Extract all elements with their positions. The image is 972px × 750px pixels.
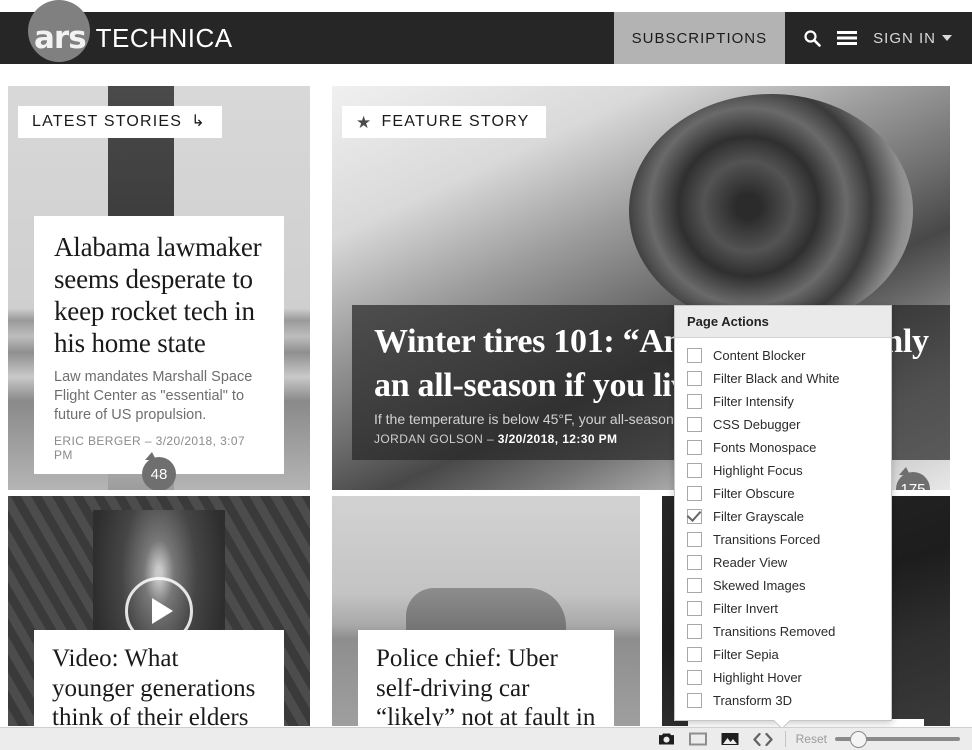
site-logo[interactable]: ars TECHNICA: [0, 0, 233, 64]
page-action-row[interactable]: Transform 3D: [675, 689, 891, 712]
checkbox-checked-icon[interactable]: [687, 509, 702, 524]
page-action-label: Filter Grayscale: [713, 509, 805, 524]
checkbox-unchecked-icon[interactable]: [687, 486, 702, 501]
toolbar-icon-group: [646, 728, 785, 750]
latest-story-deck: Law mandates Marshall Space Flight Cente…: [54, 368, 253, 423]
page-action-row[interactable]: Reader View: [675, 551, 891, 574]
page-actions-list: Content Blocker Filter Black and White Fil…: [675, 338, 891, 720]
page-action-label: Transform 3D: [713, 693, 792, 708]
reset-label[interactable]: Reset: [786, 732, 835, 746]
card-video[interactable]: Video: What younger generations think of…: [8, 496, 310, 726]
checkbox-unchecked-icon[interactable]: [687, 463, 702, 478]
logo-technica-text: TECHNICA: [95, 22, 233, 53]
page-action-label: Filter Intensify: [713, 394, 794, 409]
checkbox-unchecked-icon[interactable]: [687, 647, 702, 662]
page-action-label: CSS Debugger: [713, 417, 801, 432]
page-action-row[interactable]: Highlight Hover: [675, 666, 891, 689]
header-icon-group: SIGN IN: [785, 12, 972, 64]
checkbox-unchecked-icon[interactable]: [687, 440, 702, 455]
uber-card-titlebox[interactable]: Police chief: Uber self-driving car “lik…: [358, 630, 614, 726]
checkbox-unchecked-icon[interactable]: [687, 555, 702, 570]
latest-stories-label: LATEST STORIES: [32, 113, 183, 130]
arrow-turn-right-icon: ↳: [191, 113, 206, 130]
card-latest-stories[interactable]: LATEST STORIES ↳ Alabama lawmaker seems …: [8, 86, 310, 490]
camera-icon[interactable]: [658, 732, 675, 746]
checkbox-unchecked-icon[interactable]: [687, 348, 702, 363]
page-action-row[interactable]: Filter Obscure: [675, 482, 891, 505]
page-action-row[interactable]: Filter Black and White: [675, 367, 891, 390]
logo-ars-text: ars: [34, 19, 87, 56]
page-actions-title: Page Actions: [675, 306, 891, 338]
page-action-label: Filter Invert: [713, 601, 779, 616]
uber-card-title: Police chief: Uber self-driving car “lik…: [376, 645, 596, 726]
page-action-label: Content Blocker: [713, 348, 806, 363]
video-card-title: Video: What younger generations think of…: [52, 645, 256, 726]
checkbox-unchecked-icon[interactable]: [687, 417, 702, 432]
slider-thumb[interactable]: [850, 730, 867, 748]
page-action-label: Filter Obscure: [713, 486, 795, 501]
page-action-row[interactable]: Content Blocker: [675, 344, 891, 367]
page-action-row[interactable]: CSS Debugger: [675, 413, 891, 436]
page-action-label: Transitions Removed: [713, 624, 836, 639]
page-action-label: Filter Black and White: [713, 371, 840, 386]
video-card-titlebox[interactable]: Video: What younger generations think of…: [34, 630, 284, 726]
rectangle-frame-icon[interactable]: [688, 732, 707, 746]
checkbox-unchecked-icon[interactable]: [687, 578, 702, 593]
star-icon: ★: [356, 112, 373, 132]
feature-story-tag[interactable]: ★ FEATURE STORY: [342, 106, 546, 138]
checkbox-unchecked-icon[interactable]: [687, 601, 702, 616]
checkbox-unchecked-icon[interactable]: [687, 693, 702, 708]
latest-story-title: Alabama lawmaker seems desperate to keep…: [54, 232, 262, 358]
search-icon[interactable]: [803, 29, 821, 47]
site-header: ars TECHNICA SUBSCRIPTIONS SIGN IN: [0, 0, 972, 64]
feature-story-author: JORDAN GOLSON –: [374, 432, 498, 446]
page-action-row[interactable]: Fonts Monospace: [675, 436, 891, 459]
page-action-row[interactable]: Filter Grayscale: [675, 505, 891, 528]
page-action-row[interactable]: Highlight Focus: [675, 459, 891, 482]
sign-in-menu[interactable]: SIGN IN: [873, 30, 958, 47]
checkbox-unchecked-icon[interactable]: [687, 394, 702, 409]
page-action-label: Reader View: [713, 555, 788, 570]
page-action-label: Highlight Hover: [713, 670, 802, 685]
latest-stories-tag[interactable]: LATEST STORIES ↳: [18, 106, 222, 138]
chevron-down-icon: [942, 35, 952, 41]
page-action-row[interactable]: Skewed Images: [675, 574, 891, 597]
sign-in-label: SIGN IN: [873, 29, 936, 47]
page-action-row[interactable]: Transitions Removed: [675, 620, 891, 643]
hamburger-menu-icon[interactable]: [837, 30, 858, 46]
page-action-label: Highlight Focus: [713, 463, 803, 478]
browser-page: ars TECHNICA SUBSCRIPTIONS SIGN IN LATES…: [0, 0, 972, 750]
page-action-label: Transitions Forced: [713, 532, 821, 547]
card-uber[interactable]: Police chief: Uber self-driving car “lik…: [332, 496, 640, 726]
page-action-label: Fonts Monospace: [713, 440, 817, 455]
checkbox-unchecked-icon[interactable]: [687, 532, 702, 547]
page-actions-panel[interactable]: Page Actions Content Blocker Filter Black…: [674, 305, 892, 721]
page-action-row[interactable]: Filter Intensify: [675, 390, 891, 413]
page-action-row[interactable]: Filter Sepia: [675, 643, 891, 666]
code-brackets-icon[interactable]: [752, 732, 773, 746]
zoom-slider[interactable]: [835, 730, 960, 748]
checkbox-unchecked-icon[interactable]: [687, 371, 702, 386]
devtools-bottom-toolbar: Reset: [0, 727, 972, 750]
page-action-row[interactable]: Filter Invert: [675, 597, 891, 620]
latest-story-comment-count[interactable]: 48: [142, 452, 176, 490]
page-action-row[interactable]: Transitions Forced: [675, 528, 891, 551]
latest-story-excerpt[interactable]: Alabama lawmaker seems desperate to keep…: [34, 216, 284, 490]
subscriptions-button[interactable]: SUBSCRIPTIONS: [613, 12, 786, 64]
image-icon[interactable]: [721, 732, 739, 746]
checkbox-unchecked-icon[interactable]: [687, 670, 702, 685]
feature-story-date: 3/20/2018, 12:30 PM: [497, 432, 618, 446]
checkbox-unchecked-icon[interactable]: [687, 624, 702, 639]
feature-story-label: FEATURE STORY: [381, 113, 530, 130]
page-action-label: Skewed Images: [713, 578, 806, 593]
page-action-label: Filter Sepia: [713, 647, 779, 662]
header-right-nav: SUBSCRIPTIONS SIGN IN: [613, 12, 972, 64]
